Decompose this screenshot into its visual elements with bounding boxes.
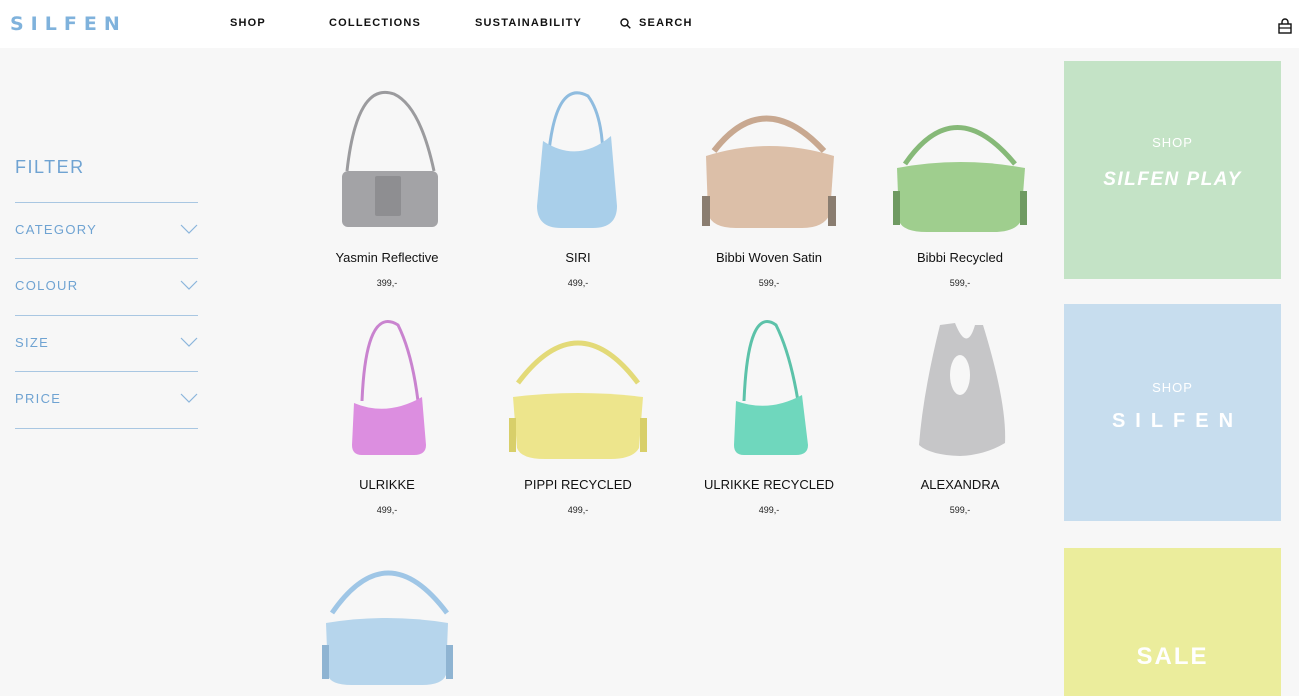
chevron-down-icon (180, 337, 198, 347)
filter-divider (15, 428, 198, 429)
filter-price-label: PRICE (15, 391, 62, 406)
promo-shop-label: SHOP (1152, 380, 1193, 395)
nav-collections[interactable]: COLLECTIONS (329, 17, 421, 29)
product-name[interactable]: Bibbi Woven Satin (684, 250, 854, 265)
promo-sale[interactable]: SALE (1064, 548, 1281, 696)
nav-sustainability[interactable]: SUSTAINABILITY (475, 17, 582, 29)
filter-category-label: CATEGORY (15, 222, 98, 237)
promo-shop-label: SHOP (1152, 135, 1193, 150)
product-name[interactable]: ULRIKKE RECYCLED (684, 477, 854, 492)
chevron-down-icon (180, 224, 198, 234)
chevron-down-icon (180, 393, 198, 403)
bag-image[interactable] (302, 545, 472, 695)
product-price: 599,- (949, 278, 971, 288)
silfen-logo[interactable]: SILFEN (10, 13, 127, 35)
bag-image[interactable] (493, 313, 663, 463)
search-label: SEARCH (639, 17, 693, 29)
product-price: 399,- (376, 278, 398, 288)
product-name[interactable]: ULRIKKE (302, 477, 472, 492)
product-price: 499,- (567, 278, 589, 288)
filter-colour[interactable]: COLOUR (15, 258, 198, 314)
bag-image[interactable] (302, 86, 472, 236)
filter-colour-label: COLOUR (15, 278, 79, 293)
nav-search[interactable]: SEARCH (620, 17, 693, 29)
filter-price[interactable]: PRICE (15, 371, 198, 427)
bag-image[interactable] (875, 86, 1045, 236)
product-price: 599,- (949, 505, 971, 515)
chevron-down-icon (180, 280, 198, 290)
filter-category[interactable]: CATEGORY (15, 202, 198, 258)
bag-image[interactable] (875, 313, 1045, 463)
product-name[interactable]: Yasmin Reflective (302, 250, 472, 265)
silfen-logo-promo: SILFEN (1111, 410, 1244, 432)
product-price: 599,- (758, 278, 780, 288)
bag-image[interactable] (302, 313, 472, 463)
nav-shop[interactable]: SHOP (230, 17, 266, 29)
filter-title: FILTER (15, 157, 85, 177)
product-name[interactable]: PIPPI RECYCLED (493, 477, 663, 492)
promo-silfen-play[interactable]: SHOP SILFEN PLAY (1064, 61, 1281, 279)
shopping-bag-icon[interactable] (1278, 18, 1292, 34)
search-icon (620, 17, 631, 29)
sale-label: SALE (1136, 643, 1209, 670)
site-header: SILFEN SHOP COLLECTIONS SUSTAINABILITY S… (0, 0, 1299, 48)
silfen-play-logo: SILFEN PLAY (1103, 169, 1242, 190)
filter-size-label: SIZE (15, 335, 50, 350)
product-name[interactable]: ALEXANDRA (875, 477, 1045, 492)
product-name[interactable]: Bibbi Recycled (875, 250, 1045, 265)
product-price: 499,- (376, 505, 398, 515)
bag-image[interactable] (684, 86, 854, 236)
product-name[interactable]: SIRI (493, 250, 663, 265)
bag-image[interactable] (493, 86, 663, 236)
promo-silfen[interactable]: SHOP SILFEN (1064, 304, 1281, 521)
product-price: 499,- (567, 505, 589, 515)
filter-size[interactable]: SIZE (15, 315, 198, 371)
bag-image[interactable] (684, 313, 854, 463)
product-price: 499,- (758, 505, 780, 515)
